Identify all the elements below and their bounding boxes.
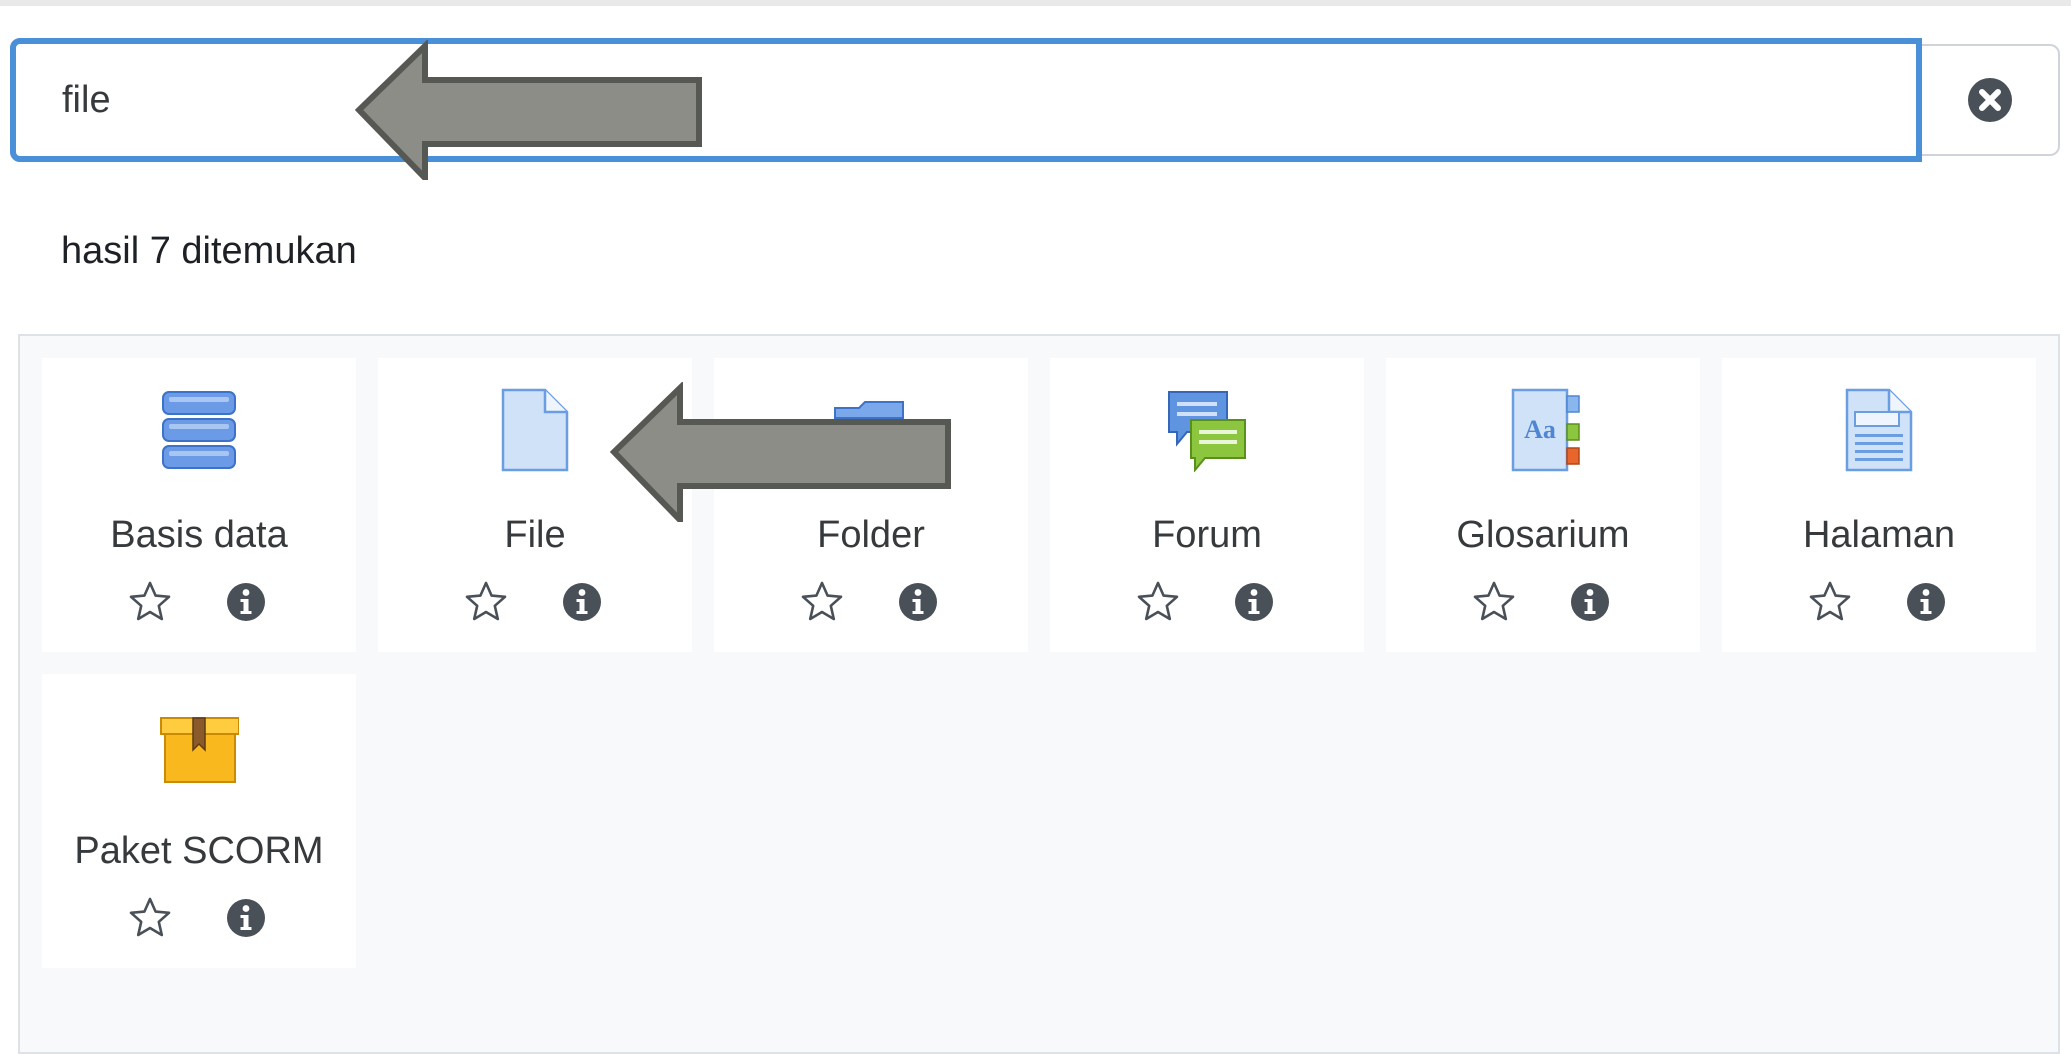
- star-icon[interactable]: [1136, 580, 1180, 624]
- info-icon[interactable]: [224, 896, 268, 940]
- file-icon: [501, 388, 569, 472]
- search-input[interactable]: [10, 38, 1922, 162]
- module-card-paket-scorm[interactable]: Paket SCORM: [42, 674, 356, 968]
- result-count: hasil 7 ditemukan: [61, 230, 357, 272]
- times-circle-icon: [1968, 78, 2012, 122]
- info-icon[interactable]: [896, 580, 940, 624]
- annotation-arrow-file: [610, 382, 951, 522]
- info-icon[interactable]: [224, 580, 268, 624]
- database-icon: [162, 391, 236, 469]
- info-icon[interactable]: [1568, 580, 1612, 624]
- page-icon: [1845, 388, 1913, 472]
- star-icon[interactable]: [128, 580, 172, 624]
- info-icon[interactable]: [1904, 580, 1948, 624]
- forum-icon: [1168, 391, 1246, 472]
- star-icon[interactable]: [464, 580, 508, 624]
- module-card-basis-data[interactable]: Basis data: [42, 358, 356, 652]
- scorm-package-icon: [160, 717, 239, 783]
- module-label: Basis data: [110, 514, 288, 556]
- info-icon[interactable]: [1232, 580, 1276, 624]
- module-card-forum[interactable]: Forum: [1050, 358, 1364, 652]
- module-card-glosarium[interactable]: Aa Glosarium: [1386, 358, 1700, 652]
- top-strip: [0, 0, 2071, 6]
- glossary-icon: Aa: [1511, 388, 1580, 472]
- star-icon[interactable]: [1472, 580, 1516, 624]
- star-icon[interactable]: [128, 896, 172, 940]
- star-icon[interactable]: [800, 580, 844, 624]
- module-card-halaman[interactable]: Halaman: [1722, 358, 2036, 652]
- info-icon[interactable]: [560, 580, 604, 624]
- module-grid: Basis data File Folder Forum Aa Glosariu…: [18, 334, 2060, 1054]
- module-label: Paket SCORM: [74, 830, 324, 872]
- clear-search-button[interactable]: [1922, 44, 2060, 156]
- svg-text:Aa: Aa: [1524, 415, 1556, 444]
- annotation-arrow-search: [355, 40, 702, 180]
- module-label: Halaman: [1802, 514, 1956, 556]
- search-bar: [10, 38, 2060, 164]
- star-icon[interactable]: [1808, 580, 1852, 624]
- module-label: Glosarium: [1456, 514, 1630, 556]
- module-label: Forum: [1152, 514, 1262, 556]
